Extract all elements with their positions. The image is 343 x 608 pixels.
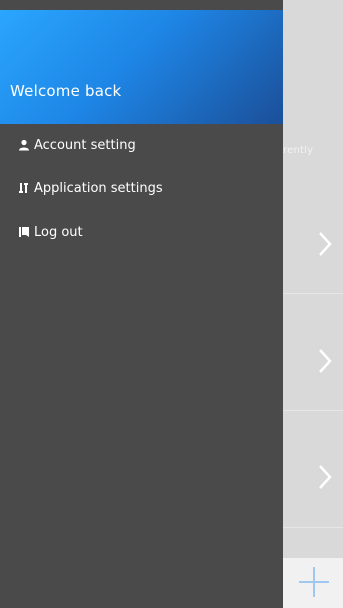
menu-item-label: Account setting (34, 137, 136, 153)
chevron-right-icon[interactable] (318, 348, 332, 374)
menu-item-account-setting[interactable]: Account setting (18, 134, 136, 156)
background-partial-text: rently (283, 145, 314, 156)
plus-icon[interactable] (297, 565, 331, 599)
tools-icon (19, 183, 28, 193)
user-icon (19, 139, 29, 151)
chevron-right-icon[interactable] (318, 231, 332, 257)
chevron-right-icon[interactable] (318, 464, 332, 490)
logout-icon (19, 227, 29, 237)
menu-item-application-settings[interactable]: Application settings (18, 177, 163, 199)
menu-item-label: Log out (34, 224, 83, 240)
menu-item-label: Application settings (34, 180, 163, 196)
drawer-header: Welcome back (0, 10, 283, 124)
welcome-title: Welcome back (10, 82, 122, 100)
menu-item-log-out[interactable]: Log out (18, 221, 83, 243)
navigation-drawer: Welcome back Account setting Application… (0, 0, 283, 608)
